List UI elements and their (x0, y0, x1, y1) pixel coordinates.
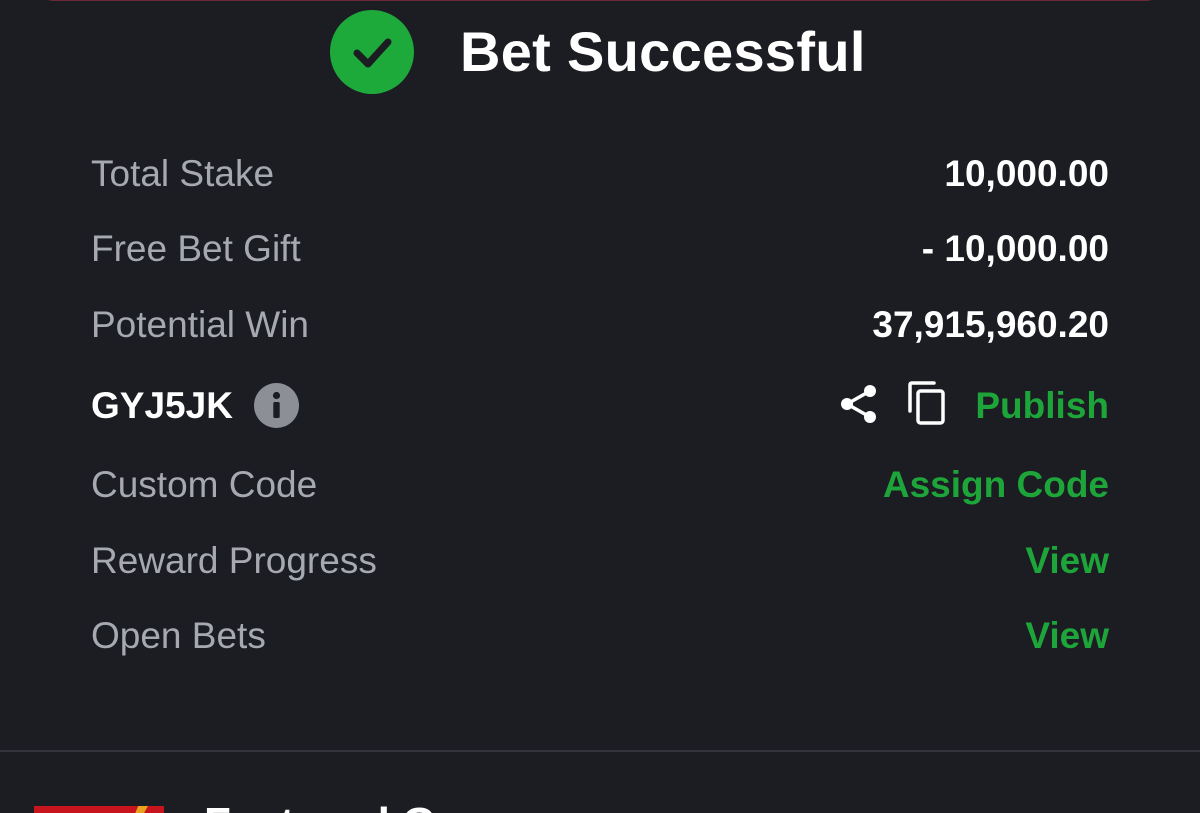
reward-progress-row: Reward Progress View (91, 535, 1109, 585)
potential-win-label: Potential Win (91, 304, 309, 345)
featured-section: Featured G (0, 752, 1200, 813)
publish-button[interactable]: Publish (975, 386, 1109, 426)
top-panel-edge (38, 0, 1162, 1)
total-stake-value: 10,000.00 (944, 153, 1109, 194)
free-bet-gift-label: Free Bet Gift (91, 228, 301, 269)
total-stake-label: Total Stake (91, 153, 275, 194)
reward-progress-view-button[interactable]: View (1025, 541, 1109, 581)
custom-code-label: Custom Code (91, 464, 318, 505)
bet-confirmation-screen: Bet Successful Total Stake 10,000.00 Fre… (0, 0, 1200, 813)
success-header: Bet Successful (0, 8, 1200, 94)
potential-win-row: Potential Win 37,915,960.20 (91, 299, 1109, 349)
total-stake-row: Total Stake 10,000.00 (91, 148, 1109, 198)
assign-code-button[interactable]: Assign Code (883, 465, 1109, 505)
share-icon[interactable] (837, 382, 881, 426)
reward-progress-label: Reward Progress (91, 540, 377, 581)
open-bets-label: Open Bets (91, 615, 266, 656)
booking-code: GYJ5JK (91, 385, 233, 426)
booking-code-row: GYJ5JK Publish (91, 380, 1109, 430)
potential-win-value: 37,915,960.20 (872, 304, 1109, 345)
copy-icon[interactable] (907, 380, 947, 426)
free-bet-gift-value: - 10,000.00 (921, 228, 1109, 269)
free-bet-gift-row: Free Bet Gift - 10,000.00 (91, 223, 1109, 273)
custom-code-row: Custom Code Assign Code (91, 459, 1109, 509)
featured-section-title: Featured G (204, 800, 436, 813)
page-title: Bet Successful (460, 20, 866, 83)
check-circle-icon (330, 10, 414, 94)
info-icon[interactable] (254, 383, 299, 428)
open-bets-row: Open Bets View (91, 610, 1109, 660)
open-bets-view-button[interactable]: View (1025, 616, 1109, 656)
